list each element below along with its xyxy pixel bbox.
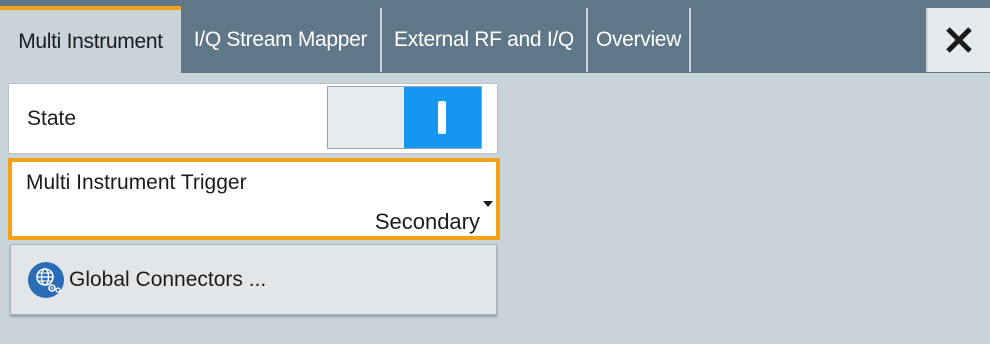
tab-bar-filler	[691, 8, 928, 72]
tab-multi-instrument[interactable]: Multi Instrument	[0, 6, 181, 73]
close-button[interactable]	[928, 8, 990, 72]
state-toggle[interactable]	[327, 86, 482, 149]
trigger-label: Multi Instrument Trigger	[26, 171, 247, 194]
dropdown-arrow-icon	[483, 201, 493, 207]
close-icon	[946, 27, 972, 53]
state-row: State	[8, 83, 498, 154]
tab-iq-stream-mapper[interactable]: I/Q Stream Mapper	[181, 8, 382, 72]
state-label: State	[27, 106, 77, 130]
global-connectors-label: Global Connectors ...	[69, 267, 267, 291]
globe-gear-icon	[28, 262, 64, 298]
tab-bar: Multi Instrument I/Q Stream Mapper Exter…	[0, 0, 990, 73]
global-connectors-button[interactable]: Global Connectors ...	[10, 244, 497, 315]
multi-instrument-dialog: Multi Instrument I/Q Stream Mapper Exter…	[0, 0, 990, 344]
trigger-value: Secondary	[374, 209, 480, 234]
tab-overview[interactable]: Overview	[588, 8, 691, 72]
multi-instrument-trigger-dropdown[interactable]: Multi Instrument Trigger Secondary	[8, 158, 500, 240]
tab-external-rf-and-iq[interactable]: External RF and I/Q	[382, 8, 588, 72]
toggle-on-bar	[438, 101, 446, 134]
toggle-on-indicator	[404, 87, 481, 148]
